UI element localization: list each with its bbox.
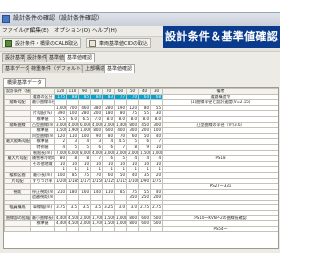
menu-edit[interactable]: 編集(E) xyxy=(30,27,49,35)
row-sub-label: 片勾配(%) xyxy=(30,110,55,117)
table-row: 縦断曲線 凸型曲線(m) 3,000 4,000 6,000 4,000 2,000 1,40… xyxy=(4,121,278,129)
banner: 設計条件＆基準値確認 xyxy=(163,26,280,48)
table-icon xyxy=(89,40,96,47)
title-bar: 設計条件の確認（設計条件確認） xyxy=(0,13,280,26)
value-cell[interactable]: 4,400 xyxy=(54,214,67,222)
window-title: 設計条件の確認（設計条件確認） xyxy=(13,15,104,22)
sub-tabs: 基本データ 荷重条件（デフォルト） 上部構造 基準値確認 xyxy=(2,64,202,73)
value-cell[interactable] xyxy=(90,225,103,233)
value-cell[interactable]: 7,000 xyxy=(54,149,67,157)
value-cell[interactable]: 1,700 xyxy=(90,214,103,222)
value-cell[interactable]: 4,000 xyxy=(90,121,103,129)
value-cell[interactable]: 6,000 xyxy=(66,149,79,157)
value-cell[interactable] xyxy=(78,225,91,233)
menu-options[interactable]: オプション(O) xyxy=(54,27,90,35)
value-cell[interactable] xyxy=(66,225,79,233)
value-cell[interactable]: 1,000 xyxy=(114,214,127,222)
value-cell[interactable]: 2,000 xyxy=(126,149,139,157)
app-window: 設計条件の確認（設計条件確認） ファイル(F) 編集(E) オプション(O) ヘ… xyxy=(0,12,280,253)
value-cell[interactable]: 6,000 xyxy=(78,121,91,129)
value-cell[interactable]: 1/125 xyxy=(102,177,115,185)
value-cell[interactable]: 4,000 xyxy=(66,121,79,129)
row-sub-label: 積雪寒冷地域 xyxy=(30,155,55,162)
value-cell[interactable] xyxy=(54,225,67,233)
row-sub-label: 最小曲線半径(m) xyxy=(30,99,55,106)
value-cell[interactable]: 1,700 xyxy=(90,220,103,227)
value-cell[interactable]: 1,900 xyxy=(66,127,79,134)
menu-help[interactable]: ヘルプ(H) xyxy=(92,27,117,35)
import-calb-label: 設計条件・橋梁のCALB取込 xyxy=(15,41,79,47)
main-tabs: 設計基準 設計条件 基準値 基準値確認 xyxy=(2,53,202,62)
value-cell[interactable]: 1,500 xyxy=(54,127,67,134)
value-cell[interactable]: 1,000 xyxy=(54,104,67,112)
value-cell[interactable]: 2,000 xyxy=(78,214,91,222)
import-cid-button[interactable]: 車両基準値CIDの取込 xyxy=(86,38,151,48)
row-sub-label: すりつけ率 xyxy=(30,177,55,185)
tab-load-conditions[interactable]: 荷重条件（デフォルト） xyxy=(28,64,90,73)
reference-grid: 設計条件（値）12011090807060504030備考道路の区分175888… xyxy=(3,87,279,249)
row-sub-label: 最小曲線長(m) xyxy=(30,214,55,222)
value-cell[interactable]: 1/90 xyxy=(138,177,151,185)
grid-header-cell: 設計条件（値） xyxy=(4,88,31,95)
value-cell[interactable]: 3.25 xyxy=(102,204,115,212)
value-cell[interactable]: 1,500 xyxy=(102,220,115,227)
import-cid-label: 車両基準値CIDの取込 xyxy=(99,41,148,47)
value-cell[interactable]: 1/150 xyxy=(90,177,103,185)
menu-file[interactable]: ファイル(F) xyxy=(2,27,31,35)
tab-reference-check[interactable]: 基準値確認 xyxy=(64,53,96,62)
value-cell[interactable]: 1/115 xyxy=(114,177,127,185)
value-cell[interactable]: 1,000 xyxy=(150,149,163,157)
value-cell[interactable]: 4,000 xyxy=(90,149,103,157)
row-sub-label: 車線幅(m) xyxy=(30,204,55,212)
row-sub-label: その他地域 xyxy=(30,160,55,168)
tab-reference-confirm[interactable]: 基準値確認 xyxy=(104,64,136,73)
table-row: 曲線部の拡幅最小曲線長(m)4,4004,5002,0001,7001,5001… xyxy=(4,214,278,222)
value-cell[interactable]: 1/100 xyxy=(126,177,139,185)
value-cell[interactable] xyxy=(150,225,163,233)
value-cell[interactable]: 8,000 xyxy=(78,149,91,157)
value-cell[interactable]: 4,400 xyxy=(54,220,67,227)
value-cell[interactable]: 1/200 xyxy=(54,177,67,185)
value-cell[interactable] xyxy=(114,225,127,233)
import-icon xyxy=(5,40,12,47)
row-sub-label: 停止視距(m) xyxy=(30,188,55,196)
row-group-label: 最大縦断勾配 xyxy=(4,138,31,145)
value-cell[interactable]: 1,500 xyxy=(138,149,151,157)
value-cell[interactable]: 1/175 xyxy=(78,177,91,185)
value-cell[interactable] xyxy=(126,225,139,233)
value-cell[interactable]: 3,000 xyxy=(54,121,67,129)
row-sub-label: 凹型曲線(m) xyxy=(30,132,55,140)
value-cell[interactable]: 1,400 xyxy=(114,121,127,129)
value-cell[interactable] xyxy=(102,225,115,233)
row-sub-label: 凸型曲線(m) xyxy=(30,121,55,129)
import-calb-button[interactable]: 設計条件・橋梁のCALB取込 xyxy=(2,38,82,48)
row-sub-label: 道路の区分 xyxy=(30,93,55,101)
value-cell[interactable]: 3.75 xyxy=(54,204,67,212)
value-cell[interactable]: 2,000 xyxy=(78,220,91,227)
note-cell: PS54～ xyxy=(162,225,278,233)
app-icon xyxy=(2,15,10,23)
row-group-label: 最大片勾配 xyxy=(4,155,31,162)
value-cell[interactable]: 2,000 xyxy=(102,121,115,129)
row-group-label xyxy=(4,225,31,233)
value-cell[interactable]: 4,500 xyxy=(66,220,79,227)
value-cell[interactable]: 2,000 xyxy=(114,149,127,157)
value-cell[interactable]: 2.75 xyxy=(150,204,163,212)
value-cell[interactable]: 1,000 xyxy=(114,220,127,227)
row-sub-label: 制限長(m) xyxy=(30,149,55,157)
value-cell[interactable]: 3,000 xyxy=(102,149,115,157)
row-sub-label xyxy=(30,225,55,233)
row-group-label: 曲線部の拡幅 xyxy=(4,214,31,222)
row-sub-label: 追越視距(m) xyxy=(30,194,55,201)
value-cell[interactable]: 1,500 xyxy=(102,214,115,222)
table-row: PS54～ xyxy=(4,225,278,233)
value-cell[interactable]: 4,500 xyxy=(66,214,79,222)
value-cell[interactable]: 1/75 xyxy=(150,177,163,185)
value-cell[interactable]: 2.75 xyxy=(138,204,151,212)
value-cell[interactable]: 1,000 xyxy=(78,127,91,134)
value-cell[interactable]: 1/185 xyxy=(66,177,79,185)
row-sub-label: 最小長(m) xyxy=(30,171,55,179)
value-cell[interactable] xyxy=(138,225,151,233)
